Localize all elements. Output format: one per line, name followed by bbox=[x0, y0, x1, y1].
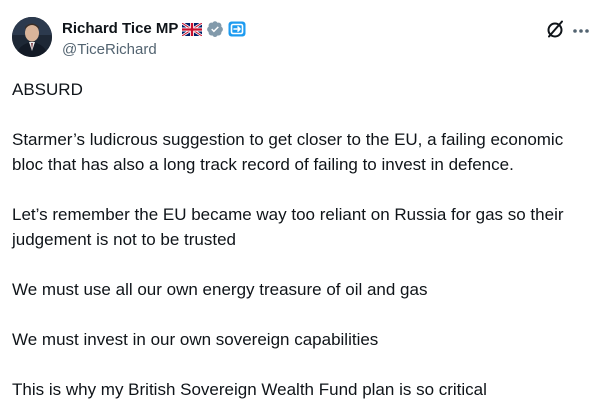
automated-label-icon[interactable] bbox=[228, 21, 246, 37]
tweet-paragraph: Let’s remember the EU became way too rel… bbox=[12, 205, 564, 249]
tweet-paragraph: This is why my British Sovereign Wealth … bbox=[12, 380, 487, 399]
tweet-paragraph: ABSURD bbox=[12, 80, 83, 99]
tweet-paragraph: We must use all our own energy treasure … bbox=[12, 280, 428, 299]
author-name-row: Richard Tice MP bbox=[62, 19, 246, 39]
tweet-paragraph: Starmer’s ludicrous suggestion to get cl… bbox=[12, 130, 564, 174]
tweet-card: Richard Tice MP @TiceRichard ABSURD Star… bbox=[0, 0, 602, 419]
tweet-text: ABSURD Starmer’s ludicrous suggestion to… bbox=[12, 77, 592, 402]
author-handle[interactable]: @TiceRichard bbox=[62, 41, 157, 59]
uk-flag-icon bbox=[182, 22, 203, 36]
more-horizontal-icon[interactable] bbox=[572, 23, 590, 33]
avatar[interactable] bbox=[12, 17, 52, 57]
grok-slash-circle-icon[interactable] bbox=[544, 18, 566, 40]
verified-badge-icon[interactable] bbox=[206, 20, 224, 38]
tweet-paragraph: We must invest in our own sovereign capa… bbox=[12, 330, 379, 349]
author-name[interactable]: Richard Tice MP bbox=[62, 19, 178, 39]
